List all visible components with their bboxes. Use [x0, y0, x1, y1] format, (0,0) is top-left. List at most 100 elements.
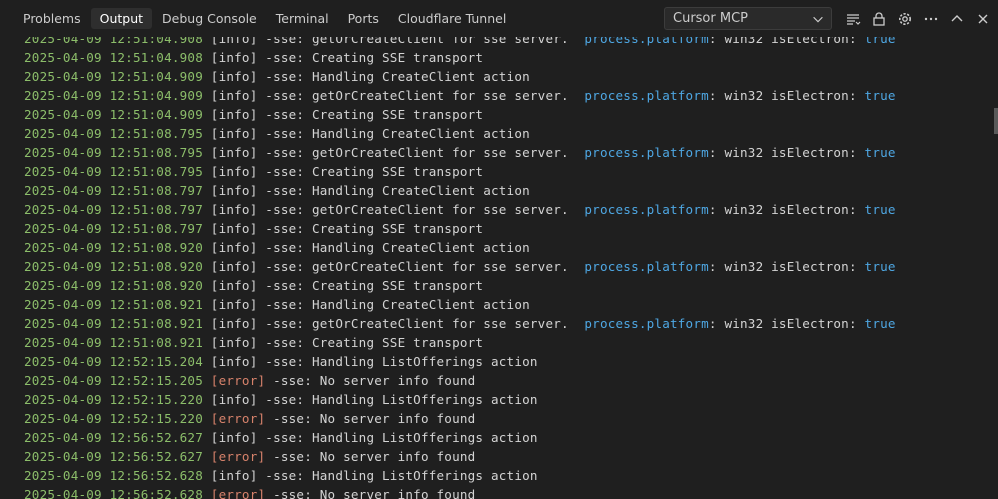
log-level: [info]	[210, 221, 258, 236]
log-timestamp: 2025-04-09 12:51:04.909	[24, 88, 203, 103]
log-level: [error]	[210, 449, 266, 464]
log-timestamp: 2025-04-09 12:51:08.920	[24, 240, 203, 255]
log-message: -sse: Creating SSE transport	[265, 164, 484, 179]
log-line: 2025-04-09 12:52:15.205 [error] -sse: No…	[24, 371, 475, 390]
close-icon	[978, 14, 988, 23]
log-line: 2025-04-09 12:56:52.628 [error] -sse: No…	[24, 485, 475, 499]
close-panel-button[interactable]	[970, 6, 996, 32]
log-line: 2025-04-09 12:51:08.921 [info] -sse: Han…	[24, 295, 530, 314]
log-message: -sse: No server info found	[273, 373, 476, 388]
list-filter-icon	[847, 13, 861, 25]
log-timestamp: 2025-04-09 12:51:08.795	[24, 145, 203, 160]
log-level: [info]	[210, 392, 258, 407]
log-property-key: process.platform	[584, 202, 709, 217]
tab-debug-console[interactable]: Debug Console	[153, 8, 266, 29]
log-timestamp: 2025-04-09 12:52:15.220	[24, 392, 203, 407]
log-message: -sse: Creating SSE transport	[265, 221, 484, 236]
log-level: [info]	[210, 297, 258, 312]
log-line: 2025-04-09 12:52:15.204 [info] -sse: Han…	[24, 352, 538, 371]
log-property-key: process.platform	[584, 259, 709, 274]
log-line: 2025-04-09 12:51:08.920 [info] -sse: get…	[24, 257, 896, 276]
log-level: [info]	[210, 37, 258, 46]
log-message: -sse: No server info found	[273, 449, 476, 464]
log-level: [info]	[210, 240, 258, 255]
log-level: [info]	[210, 107, 258, 122]
log-message: -sse: getOrCreateClient for sse server.	[265, 145, 585, 160]
log-message: -sse: getOrCreateClient for sse server.	[265, 88, 585, 103]
log-timestamp: 2025-04-09 12:51:08.921	[24, 335, 203, 350]
log-level: [info]	[210, 88, 258, 103]
log-message: -sse: Handling ListOfferings action	[265, 468, 538, 483]
log-line: 2025-04-09 12:51:08.797 [info] -sse: Cre…	[24, 219, 483, 238]
log-timestamp: 2025-04-09 12:51:08.921	[24, 297, 203, 312]
log-timestamp: 2025-04-09 12:51:04.908	[24, 50, 203, 65]
log-property-value: true	[864, 316, 896, 331]
log-level: [info]	[210, 430, 258, 445]
log-message: -sse: getOrCreateClient for sse server.	[265, 316, 585, 331]
tab-terminal[interactable]: Terminal	[267, 8, 338, 29]
log-line: 2025-04-09 12:51:08.920 [info] -sse: Cre…	[24, 276, 483, 295]
log-line: 2025-04-09 12:51:08.795 [info] -sse: Han…	[24, 124, 530, 143]
log-message: -sse: Creating SSE transport	[265, 335, 484, 350]
log-line: 2025-04-09 12:51:08.921 [info] -sse: get…	[24, 314, 896, 333]
lock-scroll-button[interactable]	[866, 6, 892, 32]
panel-header: Problems Output Debug Console Terminal P…	[0, 0, 998, 37]
log-timestamp: 2025-04-09 12:52:15.205	[24, 373, 203, 388]
log-level: [info]	[210, 145, 258, 160]
log-line: 2025-04-09 12:56:52.627 [info] -sse: Han…	[24, 428, 538, 447]
log-message-cont: : win32 isElectron:	[708, 202, 865, 217]
log-level: [info]	[210, 164, 258, 179]
log-line: 2025-04-09 12:56:52.628 [info] -sse: Han…	[24, 466, 538, 485]
output-channel-value: Cursor MCP	[673, 11, 748, 26]
more-icon	[924, 17, 938, 20]
log-timestamp: 2025-04-09 12:51:08.797	[24, 202, 203, 217]
tab-problems[interactable]: Problems	[14, 8, 90, 29]
log-level: [info]	[210, 183, 258, 198]
log-property-key: process.platform	[584, 316, 709, 331]
list-filter-button[interactable]	[840, 6, 866, 32]
log-line: 2025-04-09 12:52:15.220 [info] -sse: Han…	[24, 390, 538, 409]
scrollbar-thumb[interactable]	[994, 108, 998, 134]
gear-icon	[899, 12, 911, 25]
tab-cloudflare-tunnel[interactable]: Cloudflare Tunnel	[389, 8, 515, 29]
log-line: 2025-04-09 12:56:52.627 [error] -sse: No…	[24, 447, 475, 466]
log-timestamp: 2025-04-09 12:51:08.795	[24, 126, 203, 141]
log-timestamp: 2025-04-09 12:56:52.627	[24, 430, 203, 445]
log-timestamp: 2025-04-09 12:51:04.908	[24, 37, 203, 46]
log-level: [info]	[210, 468, 258, 483]
log-property-key: process.platform	[584, 37, 709, 46]
log-level: [info]	[210, 50, 258, 65]
log-property-key: process.platform	[584, 145, 709, 160]
log-line: 2025-04-09 12:52:15.220 [error] -sse: No…	[24, 409, 475, 428]
log-timestamp: 2025-04-09 12:51:08.921	[24, 316, 203, 331]
output-log[interactable]: 2025-04-09 12:51:04.908 [info] -sse: get…	[0, 37, 998, 499]
panel-toolbar: Cursor MCP	[664, 0, 998, 37]
lock-icon	[873, 11, 885, 26]
log-message: -sse: getOrCreateClient for sse server.	[265, 259, 585, 274]
settings-button[interactable]	[892, 6, 918, 32]
log-timestamp: 2025-04-09 12:51:04.909	[24, 107, 203, 122]
log-message: -sse: Handling CreateClient action	[265, 297, 530, 312]
log-level: [info]	[210, 354, 258, 369]
log-property-value: true	[864, 88, 896, 103]
log-line: 2025-04-09 12:51:08.795 [info] -sse: Cre…	[24, 162, 483, 181]
tab-ports[interactable]: Ports	[339, 8, 388, 29]
log-message-cont: : win32 isElectron:	[708, 316, 865, 331]
log-property-value: true	[864, 259, 896, 274]
output-channel-select[interactable]: Cursor MCP	[664, 7, 832, 30]
more-actions-button[interactable]	[918, 6, 944, 32]
log-timestamp: 2025-04-09 12:52:15.204	[24, 354, 203, 369]
log-line: 2025-04-09 12:51:08.920 [info] -sse: Han…	[24, 238, 530, 257]
log-level: [info]	[210, 278, 258, 293]
log-message: -sse: getOrCreateClient for sse server.	[265, 202, 585, 217]
maximize-panel-button[interactable]	[944, 6, 970, 32]
tab-output[interactable]: Output	[90, 8, 153, 29]
log-timestamp: 2025-04-09 12:51:08.920	[24, 278, 203, 293]
log-message: -sse: Creating SSE transport	[265, 278, 484, 293]
log-message: -sse: Handling CreateClient action	[265, 183, 530, 198]
log-property-value: true	[864, 37, 896, 46]
log-message: -sse: Handling CreateClient action	[265, 240, 530, 255]
log-message-cont: : win32 isElectron:	[708, 259, 865, 274]
chevron-up-icon	[951, 14, 963, 21]
log-line: 2025-04-09 12:51:08.797 [info] -sse: get…	[24, 200, 896, 219]
